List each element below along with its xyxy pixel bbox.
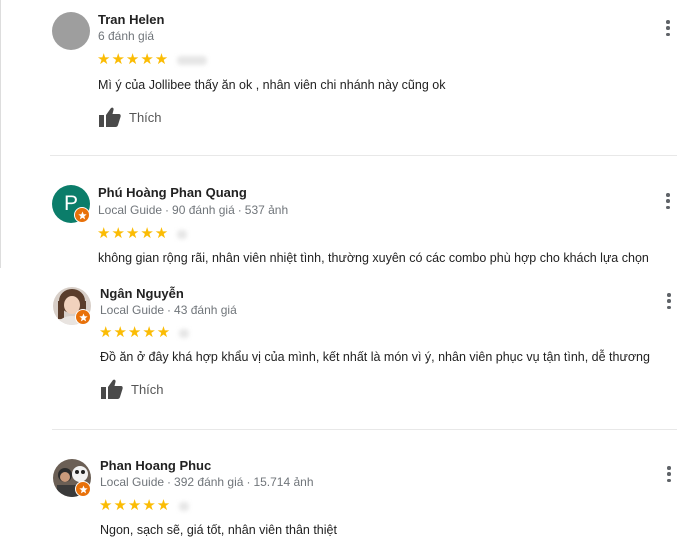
reviewer-avatar[interactable] — [52, 12, 90, 50]
more-options-icon[interactable] — [661, 291, 677, 311]
review-text: không gian rộng rãi, nhân viên nhiệt tìn… — [98, 251, 649, 265]
local-guide-label: Local Guide — [100, 303, 165, 317]
reviewer-review-count: 90 đánh giá — [172, 203, 235, 217]
local-guide-badge-icon — [75, 481, 91, 497]
review-text: Ngon, sạch sẽ, giá tốt, nhân viên thân t… — [100, 523, 337, 537]
review-date-blurred — [179, 328, 190, 338]
reviewer-name[interactable]: Ngân Nguyễn — [100, 286, 184, 301]
reviewer-name[interactable]: Phú Hoàng Phan Quang — [98, 185, 247, 200]
star-icons: ★★★★★ — [97, 225, 170, 242]
star-rating: ★★★★★ — [97, 225, 188, 242]
thumbs-up-icon — [99, 107, 121, 127]
review-text: Đồ ăn ở đây khá hợp khẩu vị của mình, kế… — [100, 350, 650, 364]
star-icons: ★★★★★ — [99, 324, 172, 341]
like-button[interactable]: Thích — [99, 107, 162, 127]
reviewer-name[interactable]: Phan Hoang Phuc — [100, 458, 211, 473]
star-rating: ★★★★★ — [99, 497, 190, 514]
reviewer-meta: Local Guide · 43 đánh giá — [100, 303, 237, 317]
divider — [52, 429, 677, 430]
reviewer-review-count: 43 đánh giá — [174, 303, 237, 317]
more-options-icon[interactable] — [660, 191, 676, 211]
local-guide-label: Local Guide — [100, 475, 165, 489]
reviewer-meta: Local Guide · 90 đánh giá · 537 ảnh — [98, 203, 289, 217]
review-date-blurred — [177, 55, 208, 65]
local-guide-badge-icon — [75, 309, 91, 325]
star-rating: ★★★★★ — [97, 51, 208, 68]
reviewer-photo-count: 15.714 ảnh — [253, 475, 314, 489]
review-text: Mì ý của Jollibee thấy ăn ok , nhân viên… — [98, 78, 446, 92]
reviewer-meta: Local Guide · 392 đánh giá · 15.714 ảnh — [100, 475, 314, 489]
like-button[interactable]: Thích — [101, 379, 164, 399]
left-border — [0, 0, 1, 268]
more-options-icon[interactable] — [661, 464, 677, 484]
thumbs-up-icon — [101, 379, 123, 399]
reviewer-name[interactable]: Tran Helen — [98, 12, 164, 27]
local-guide-badge-icon — [74, 207, 90, 223]
star-icons: ★★★★★ — [97, 51, 170, 68]
star-rating: ★★★★★ — [99, 324, 190, 341]
like-label: Thích — [131, 381, 164, 397]
divider — [50, 155, 677, 156]
like-label: Thích — [129, 109, 162, 125]
more-options-icon[interactable] — [660, 18, 676, 38]
reviewer-review-count: 6 đánh giá — [98, 29, 155, 43]
reviewer-review-count: 392 đánh giá — [174, 475, 244, 489]
review-date-blurred — [177, 229, 188, 239]
local-guide-label: Local Guide — [98, 203, 163, 217]
review-date-blurred — [179, 501, 190, 511]
star-icons: ★★★★★ — [99, 497, 172, 514]
reviewer-photo-count: 537 ảnh — [244, 203, 289, 217]
